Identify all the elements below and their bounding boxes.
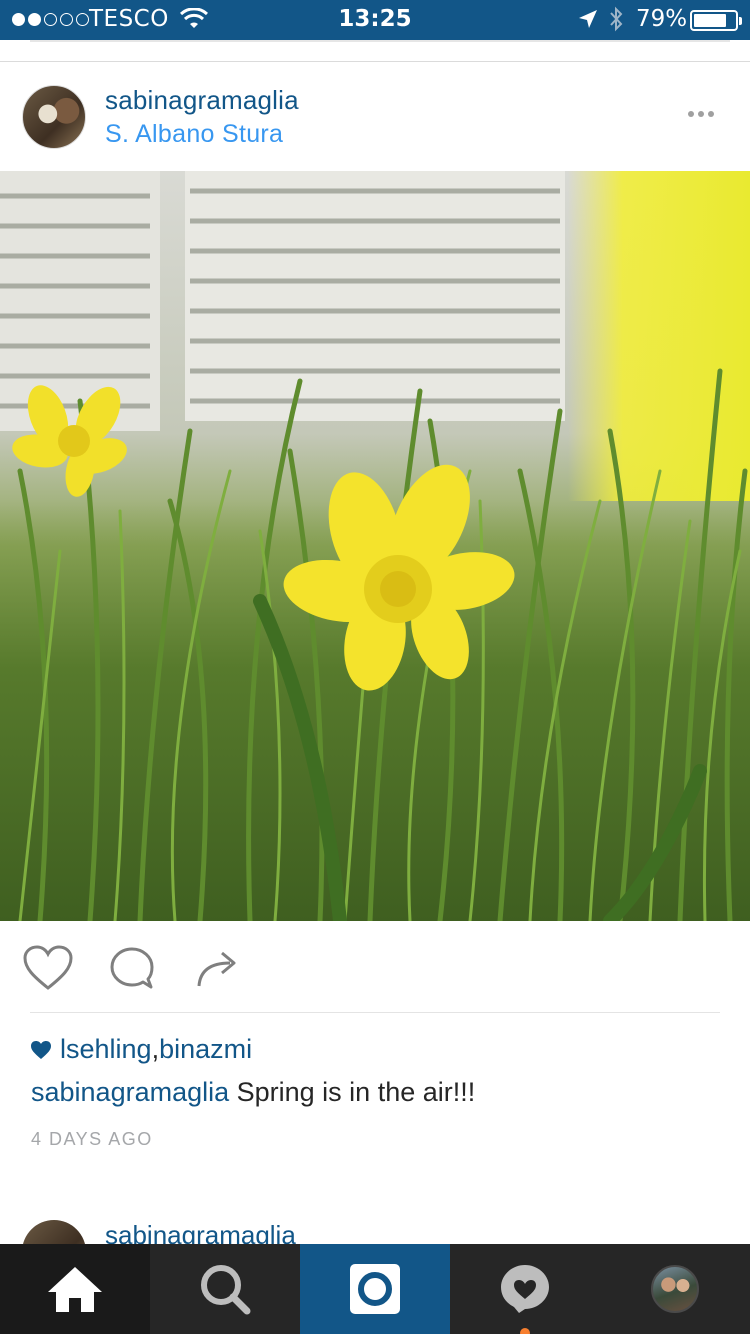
status-bar: TESCO 13:25 79% bbox=[0, 0, 750, 40]
post-header: sabinagramaglia S. Albano Stura bbox=[0, 63, 750, 171]
user-avatar[interactable] bbox=[22, 85, 86, 149]
tab-bar bbox=[0, 1244, 750, 1334]
previous-post-edge bbox=[0, 40, 750, 62]
next-post-header: sabinagramaglia bbox=[0, 1185, 750, 1245]
next-post-username[interactable]: sabinagramaglia bbox=[105, 1220, 296, 1245]
actions-divider bbox=[30, 1012, 720, 1013]
search-icon bbox=[201, 1265, 251, 1315]
liker-username[interactable]: binazmi bbox=[159, 1034, 252, 1065]
post-actions bbox=[0, 921, 750, 1013]
profile-avatar bbox=[651, 1265, 699, 1313]
like-heart-icon[interactable] bbox=[23, 945, 73, 991]
caption-text: Spring is in the air!!! bbox=[229, 1077, 476, 1107]
likes-heart-icon bbox=[31, 1040, 51, 1059]
tab-camera[interactable] bbox=[300, 1244, 450, 1334]
share-icon[interactable] bbox=[196, 945, 240, 989]
caption-username[interactable]: sabinagramaglia bbox=[31, 1077, 229, 1107]
home-icon bbox=[48, 1267, 102, 1312]
tab-explore[interactable] bbox=[150, 1244, 300, 1334]
post-timestamp: 4 DAYS AGO bbox=[31, 1129, 153, 1149]
likes-row: lsehling, binazmi bbox=[30, 1034, 252, 1065]
comment-icon[interactable] bbox=[108, 945, 156, 991]
more-options-icon[interactable] bbox=[688, 111, 714, 117]
bluetooth-icon bbox=[610, 6, 623, 32]
tab-home[interactable] bbox=[0, 1244, 150, 1334]
activity-notification-dot bbox=[520, 1328, 530, 1334]
post-caption: sabinagramaglia Spring is in the air!!! bbox=[31, 1077, 475, 1108]
battery-percent: 79% bbox=[636, 6, 688, 32]
tab-profile[interactable] bbox=[600, 1244, 750, 1334]
camera-icon bbox=[350, 1264, 400, 1314]
post-photo[interactable] bbox=[0, 171, 750, 921]
location-arrow-icon bbox=[579, 10, 597, 28]
tab-activity[interactable] bbox=[450, 1244, 600, 1334]
next-post-avatar[interactable] bbox=[22, 1220, 86, 1245]
liker-username[interactable]: lsehling bbox=[60, 1034, 152, 1065]
post-username[interactable]: sabinagramaglia bbox=[105, 85, 299, 116]
likes-separator: , bbox=[151, 1034, 160, 1064]
battery-icon bbox=[690, 10, 742, 31]
post-location[interactable]: S. Albano Stura bbox=[105, 120, 283, 149]
activity-heart-icon bbox=[501, 1265, 549, 1313]
